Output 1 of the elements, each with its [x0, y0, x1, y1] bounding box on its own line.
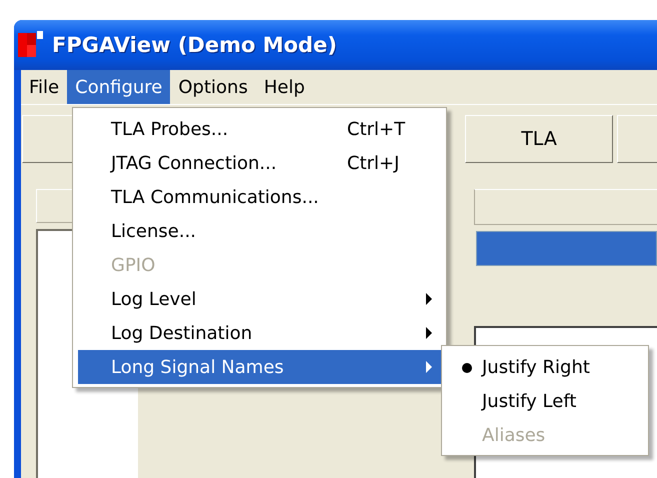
- window-title: FPGAView (Demo Mode): [52, 33, 337, 57]
